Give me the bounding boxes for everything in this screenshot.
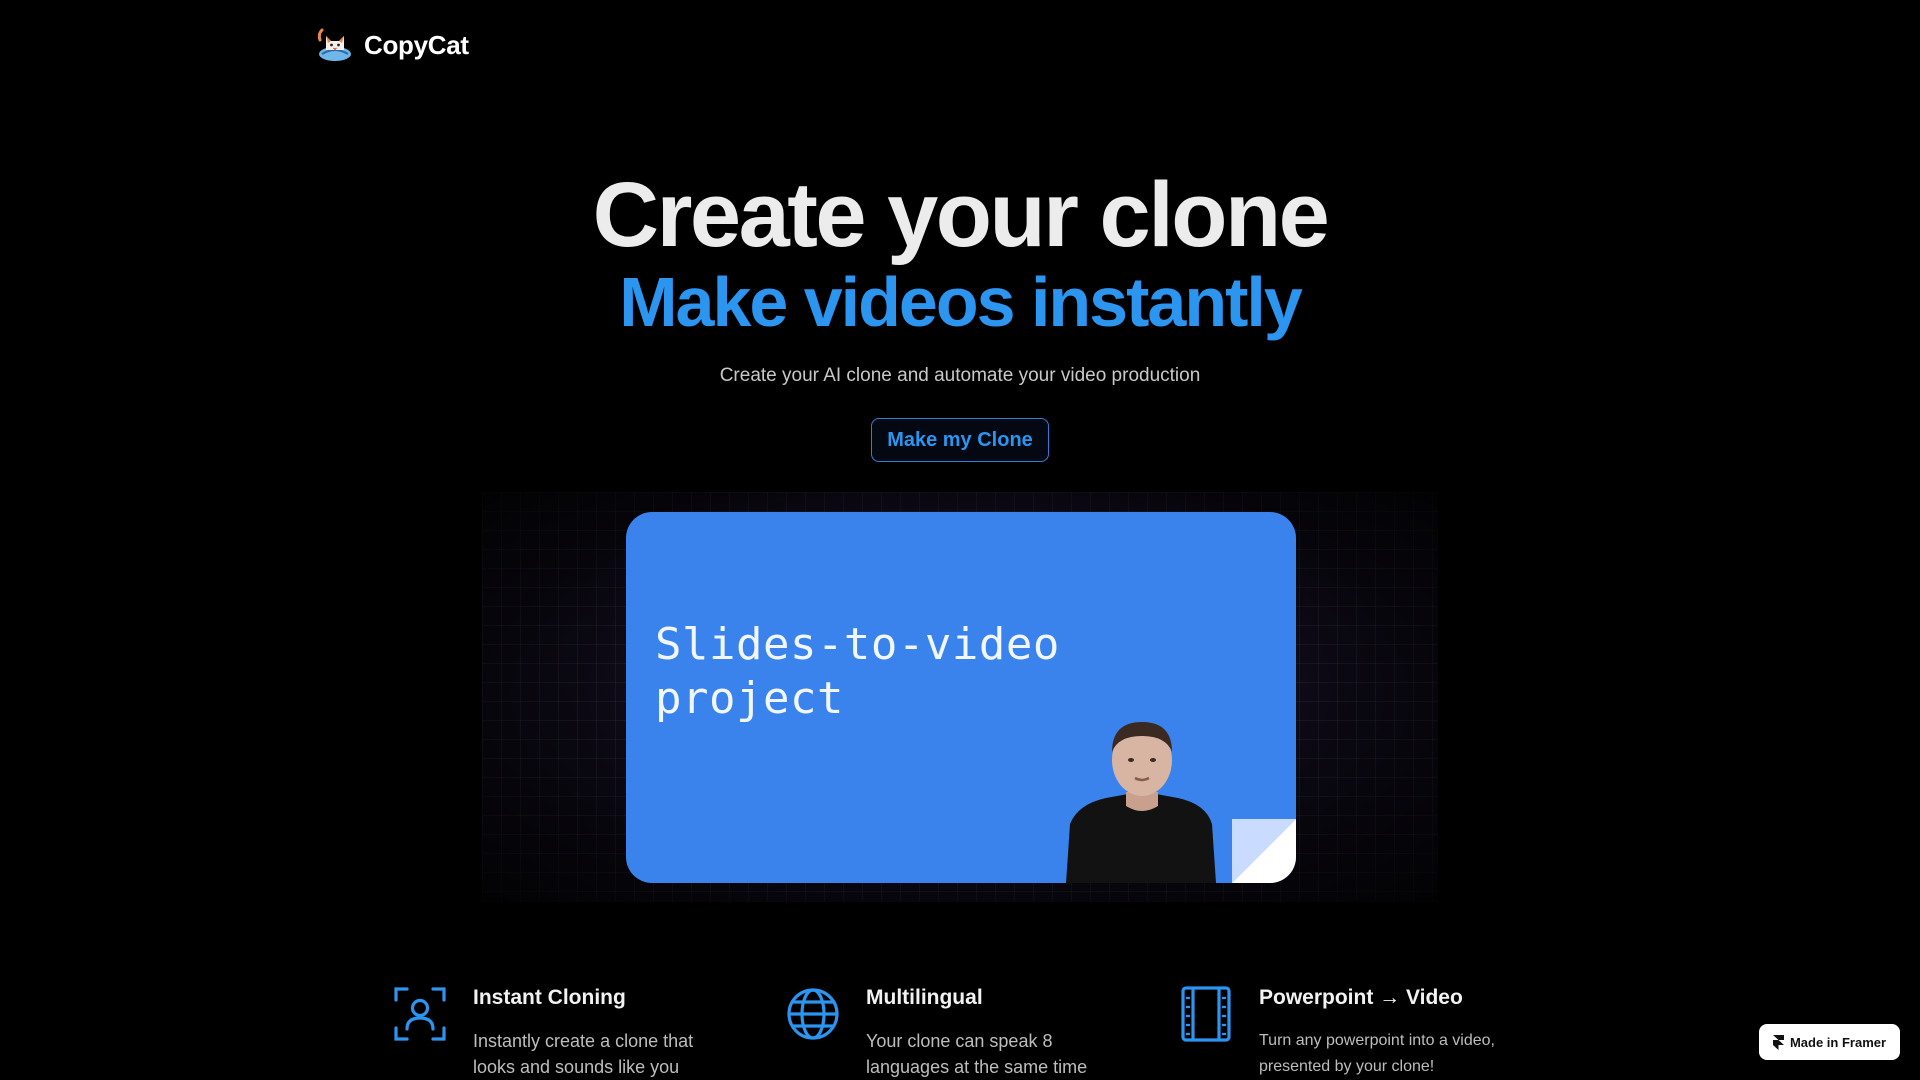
landing-page: CopyCat Create your clone Make videos in… [0,0,1920,1080]
cat-logo-icon [317,28,351,61]
feature-description: Instantly create a clone that looks and … [473,1031,694,1077]
page-curl-icon [1232,819,1296,883]
hero-title: Create your clone [592,164,1330,266]
hero-subtitle: Create your AI clone and automate your v… [719,365,1201,386]
brand-logo[interactable]: CopyCat [316,26,469,64]
slide-video[interactable]: Slides-to-video project [626,512,1296,883]
feature-title: Multilingual [866,986,983,1009]
slide-title-line-2: project [655,673,844,724]
brand-name: CopyCat [364,29,469,60]
slide-title-line-1: Slides-to-video [655,619,1060,670]
made-in-framer-badge[interactable]: Made in Framer [1759,1024,1900,1060]
film-strip-icon [1181,986,1231,1042]
make-clone-button[interactable]: Make my Clone [871,418,1049,462]
slide-title: Slides-to-video project [655,618,1135,726]
badge-label: Made in Framer [1789,1034,1887,1050]
feature-title: Powerpoint → Video [1259,986,1463,1009]
video-showcase: Slides-to-video project [482,492,1438,902]
globe-icon [787,988,839,1040]
feature-description: Turn any powerpoint into a video, presen… [1259,1032,1495,1075]
framer-logo-icon [1772,1034,1784,1050]
presenter-avatar [1066,722,1216,883]
hero-accent: Make videos instantly [619,263,1303,341]
person-scan-icon [394,987,446,1041]
feature-description: Your clone can speak 8 languages at the … [866,1031,1088,1077]
feature-title: Instant Cloning [473,986,626,1009]
